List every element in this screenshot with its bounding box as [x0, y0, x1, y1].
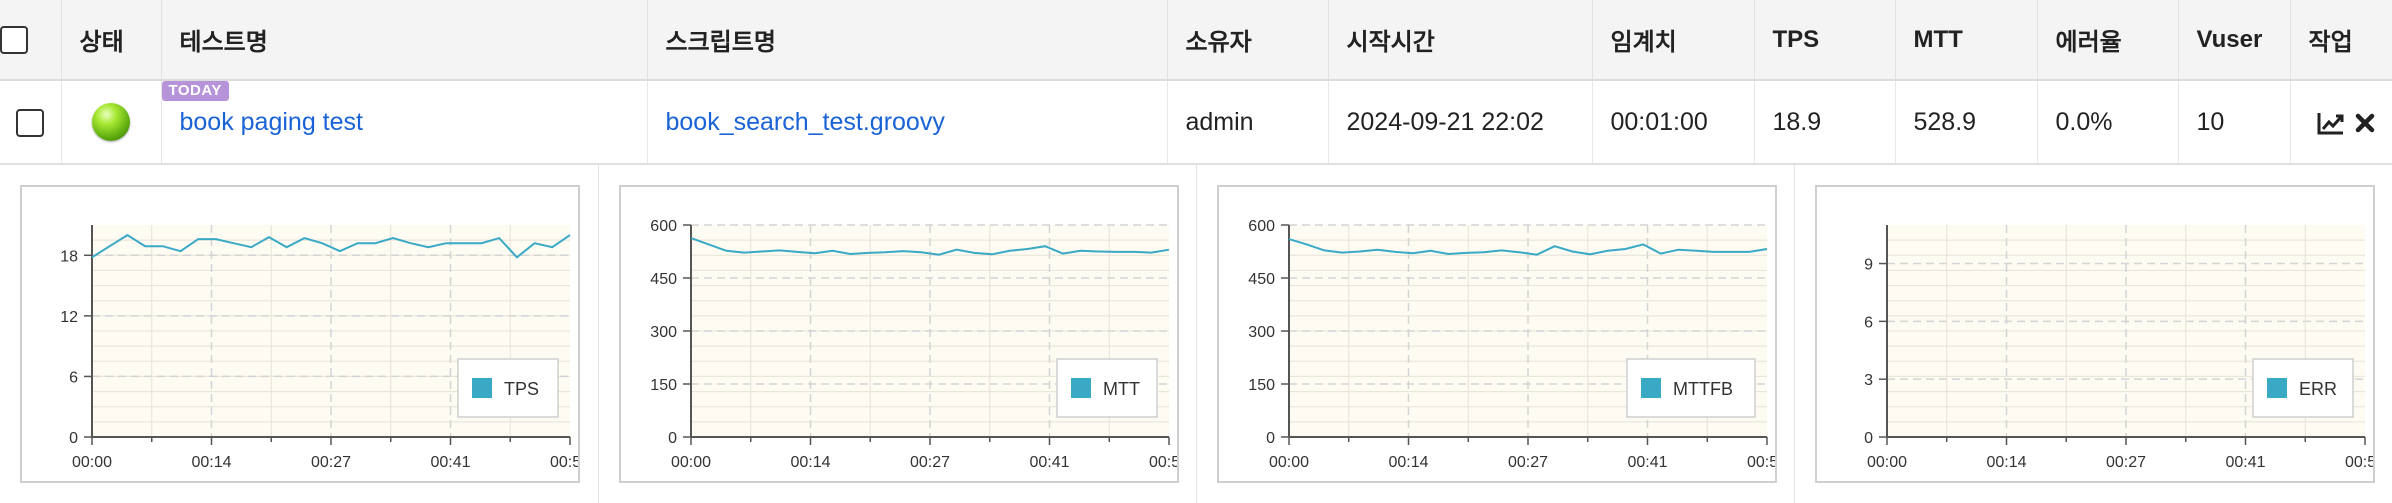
chart-icon[interactable]: [2317, 111, 2345, 135]
legend-swatch: [2267, 378, 2287, 398]
y-tick-label: 0: [668, 430, 677, 447]
green-ball-icon: [92, 103, 130, 141]
y-tick-label: 0: [69, 430, 78, 447]
owner-cell: admin: [1167, 80, 1329, 165]
y-tick-label: 12: [60, 309, 78, 326]
err-chart: 0 3 6 9 00:00 00:14 00:27 00:41 00:54 ERR: [1795, 165, 2392, 503]
status-cell: [61, 80, 162, 165]
x-tick-label: 00:41: [1627, 454, 1667, 471]
header-actions: 작업: [2290, 0, 2392, 81]
header-start-time[interactable]: 시작시간: [1328, 0, 1593, 81]
header-mtt[interactable]: MTT: [1895, 0, 2038, 81]
legend-swatch: [1071, 378, 1091, 398]
tps-cell: 18.9: [1754, 80, 1896, 165]
chart-frame: 0 6 12 18 00:00 00:14 00:27 00:41 00:54 TPS: [20, 185, 580, 483]
close-icon[interactable]: [2355, 113, 2375, 133]
y-tick-label: 0: [1864, 430, 1873, 447]
row-select-cell: [0, 80, 62, 165]
y-tick-label: 150: [1248, 377, 1275, 394]
header-tps[interactable]: TPS: [1754, 0, 1896, 81]
x-tick-label: 00:41: [430, 454, 470, 471]
x-tick-label: 00:00: [671, 454, 711, 471]
y-tick-label: 9: [1864, 257, 1873, 274]
header-error-rate[interactable]: 에러율: [2037, 0, 2179, 81]
vuser-cell: 10: [2178, 80, 2291, 165]
x-tick-label: 00:27: [910, 454, 950, 471]
chart-frame: 0 150 300 450 600 00:00 00:14 00:27 00:41 00:54 MT…: [619, 185, 1179, 483]
x-tick-label: 00:54: [550, 454, 578, 471]
threshold-cell: 00:01:00: [1592, 80, 1755, 165]
table-header-row: 상태 테스트명 스크립트명 소유자 시작시간 임계치 TPS MTT 에러율 V…: [0, 0, 2392, 81]
chart-svg: 0 6 12 18 00:00 00:14 00:27 00:41 00:54 TPS: [60, 225, 578, 471]
x-tick-label: 00:00: [1867, 454, 1907, 471]
y-tick-label: 450: [650, 271, 677, 288]
chart-frame: 0 150 300 450 600 00:00 00:14 00:27 00:41 00:54 MT…: [1217, 185, 1777, 483]
x-tick-label: 00:54: [1747, 454, 1775, 471]
y-tick-label: 150: [650, 377, 677, 394]
y-tick-label: 300: [1248, 324, 1275, 341]
header-vuser[interactable]: Vuser: [2178, 0, 2291, 81]
x-tick-label: 00:27: [2106, 454, 2146, 471]
row-checkbox[interactable]: [16, 108, 45, 137]
x-tick-label: 00:14: [191, 454, 231, 471]
script-name-link[interactable]: book_search_test.groovy: [666, 108, 945, 136]
header-threshold[interactable]: 임계치: [1592, 0, 1755, 81]
x-tick-label: 00:14: [1986, 454, 2026, 471]
y-tick-label: 6: [1864, 314, 1873, 331]
header-owner[interactable]: 소유자: [1167, 0, 1329, 81]
today-badge: TODAY: [161, 81, 229, 101]
x-tick-label: 00:54: [1149, 454, 1177, 471]
chart-svg: 0 150 300 450 600 00:00 00:14 00:27 00:41 00:54 MT…: [650, 218, 1177, 471]
test-list-table: 상태 테스트명 스크립트명 소유자 시작시간 임계치 TPS MTT 에러율 V…: [0, 0, 2392, 503]
legend-swatch: [1641, 378, 1661, 398]
y-tick-label: 3: [1864, 372, 1873, 389]
select-all-checkbox[interactable]: [0, 25, 28, 54]
y-tick-label: 450: [1248, 271, 1275, 288]
x-tick-label: 00:00: [1269, 454, 1309, 471]
chart-svg: 0 150 300 450 600 00:00 00:14 00:27 00:41 00:54 MT…: [1248, 218, 1775, 471]
x-tick-label: 00:41: [1029, 454, 1069, 471]
chart-frame: 0 3 6 9 00:00 00:14 00:27 00:41 00:54 ERR: [1815, 185, 2375, 483]
header-test-name[interactable]: 테스트명: [161, 0, 648, 81]
legend-label: TPS: [504, 379, 539, 399]
test-name-cell: TODAY book paging test: [161, 80, 648, 165]
detail-cell: 0 6 12 18 00:00 00:14 00:27 00:41 00:54 TPS 0 150 3…: [0, 164, 2392, 503]
x-tick-label: 00:54: [2345, 454, 2373, 471]
actions-cell: [2290, 80, 2392, 165]
y-tick-label: 600: [1248, 218, 1275, 235]
table-row[interactable]: TODAY book paging test book_search_test.…: [0, 80, 2392, 165]
detail-row: 0 6 12 18 00:00 00:14 00:27 00:41 00:54 TPS 0 150 3…: [0, 164, 2392, 503]
start-time-cell: 2024-09-21 22:02: [1328, 80, 1593, 165]
test-name-link[interactable]: book paging test: [180, 108, 363, 136]
legend-label: MTT: [1103, 379, 1140, 399]
x-tick-label: 00:14: [790, 454, 830, 471]
x-tick-label: 00:27: [311, 454, 351, 471]
x-tick-label: 00:41: [2225, 454, 2265, 471]
legend-label: ERR: [2299, 379, 2337, 399]
select-all-header: [0, 0, 62, 81]
y-tick-label: 18: [60, 248, 78, 265]
y-tick-label: 600: [650, 218, 677, 235]
legend-label: MTTFB: [1673, 379, 1733, 399]
mttfb-chart: 0 150 300 450 600 00:00 00:14 00:27 00:41 00:54 MT…: [1197, 165, 1795, 503]
script-name-cell: book_search_test.groovy: [647, 80, 1168, 165]
y-tick-label: 300: [650, 324, 677, 341]
mtt-chart: 0 150 300 450 600 00:00 00:14 00:27 00:41 00:54 MT…: [599, 165, 1197, 503]
legend-swatch: [472, 378, 492, 398]
error-rate-cell: 0.0%: [2037, 80, 2179, 165]
y-tick-label: 0: [1266, 430, 1275, 447]
x-tick-label: 00:00: [72, 454, 112, 471]
y-tick-label: 6: [69, 369, 78, 386]
chart-svg: 0 3 6 9 00:00 00:14 00:27 00:41 00:54 ERR: [1864, 225, 2373, 471]
mtt-cell: 528.9: [1895, 80, 2038, 165]
charts-panel: 0 6 12 18 00:00 00:14 00:27 00:41 00:54 TPS 0 150 3…: [0, 165, 2392, 503]
tps-chart: 0 6 12 18 00:00 00:14 00:27 00:41 00:54 TPS: [0, 165, 599, 503]
x-tick-label: 00:14: [1388, 454, 1428, 471]
header-status[interactable]: 상태: [61, 0, 162, 81]
x-tick-label: 00:27: [1508, 454, 1548, 471]
header-script-name[interactable]: 스크립트명: [647, 0, 1168, 81]
